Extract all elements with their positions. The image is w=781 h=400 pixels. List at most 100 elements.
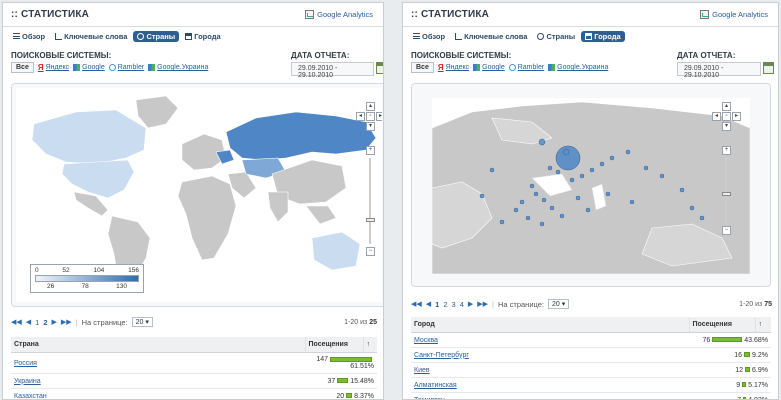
pan-up-button[interactable]: ▴ <box>722 102 731 111</box>
zoom-out-button[interactable]: − <box>366 247 375 256</box>
filter-google-ua[interactable]: Google.Украина <box>148 64 208 71</box>
per-page-select[interactable]: 20 ▾ <box>547 299 570 309</box>
tab-countries[interactable]: Страны <box>133 30 180 42</box>
google-analytics-link[interactable]: Google Analytics <box>305 10 373 19</box>
next-page-button[interactable]: ▶ <box>52 318 57 326</box>
city-marker[interactable] <box>559 213 565 219</box>
row-name-link[interactable]: Темиртау <box>411 392 689 399</box>
tab-cities[interactable]: Города <box>181 31 224 42</box>
city-marker[interactable] <box>599 161 605 167</box>
row-name-link[interactable]: Казахстан <box>11 388 305 399</box>
city-marker[interactable] <box>555 169 561 175</box>
city-marker[interactable] <box>549 205 555 211</box>
city-marker[interactable] <box>499 219 505 225</box>
filter-rambler[interactable]: Rambler <box>508 64 544 71</box>
page-link[interactable]: 4 <box>460 300 464 309</box>
pan-right-button[interactable]: ▸ <box>376 112 382 121</box>
city-marker[interactable] <box>589 167 595 173</box>
filter-yandex[interactable]: Я Яндекс <box>438 63 469 72</box>
last-page-button[interactable]: ▶▶ <box>61 318 72 326</box>
city-marker[interactable] <box>575 195 581 201</box>
date-range-input[interactable]: 29.09.2010 - 29.10.2010 <box>677 62 761 79</box>
city-marker[interactable] <box>513 207 519 213</box>
sort-icon[interactable]: ↑ <box>755 317 771 333</box>
city-marker[interactable] <box>569 177 575 183</box>
zoom-in-button[interactable]: + <box>722 146 731 155</box>
city-marker[interactable] <box>529 183 535 189</box>
row-name-link[interactable]: Алматинская <box>411 377 689 393</box>
pan-right-button[interactable]: ▸ <box>732 112 741 121</box>
column-header-city[interactable]: Город <box>411 317 690 333</box>
city-marker[interactable] <box>562 148 570 156</box>
zoom-slider-knob[interactable] <box>366 218 375 222</box>
city-marker[interactable] <box>479 193 485 199</box>
filter-rambler[interactable]: Rambler <box>108 64 144 71</box>
city-marker[interactable] <box>629 199 635 205</box>
city-marker[interactable] <box>689 205 695 211</box>
prev-page-button[interactable]: ◀ <box>26 318 31 326</box>
next-page-button[interactable]: ▶ <box>468 300 473 308</box>
tab-countries[interactable]: Страны <box>533 31 579 42</box>
zoom-slider-knob[interactable] <box>722 192 731 196</box>
column-header-country[interactable]: Страна <box>11 337 306 353</box>
world-map[interactable]: ▴ ◂ ▫ ▸ ▾ + − 0 52 104 156 26 78 130 <box>16 88 382 302</box>
first-page-button[interactable]: ◀◀ <box>411 300 422 308</box>
city-marker[interactable] <box>525 215 531 221</box>
date-range-input[interactable]: 29.09.2010 - 29.10.2010 <box>291 62 374 79</box>
city-marker[interactable] <box>643 165 649 171</box>
city-marker[interactable] <box>609 155 615 161</box>
city-marker[interactable] <box>699 215 705 221</box>
city-marker[interactable] <box>585 207 591 213</box>
filter-all-button[interactable]: Все <box>411 62 434 73</box>
calendar-icon[interactable] <box>376 62 383 74</box>
city-marker[interactable] <box>579 173 585 179</box>
row-name-link[interactable]: Киев <box>411 362 689 378</box>
pan-left-button[interactable]: ◂ <box>712 112 721 121</box>
tab-cities[interactable]: Города <box>581 30 625 42</box>
city-marker[interactable] <box>679 187 685 193</box>
row-name-link[interactable]: Украина <box>11 373 305 389</box>
prev-page-button[interactable]: ◀ <box>426 300 431 308</box>
page-link[interactable]: 3 <box>452 300 456 309</box>
zoom-in-button[interactable]: + <box>366 146 375 155</box>
city-marker[interactable] <box>533 191 539 197</box>
google-analytics-link[interactable]: Google Analytics <box>700 10 768 19</box>
city-marker[interactable] <box>605 191 611 197</box>
city-marker[interactable] <box>541 197 547 203</box>
calendar-icon[interactable] <box>763 62 774 74</box>
city-marker[interactable] <box>519 199 525 205</box>
row-name-link[interactable]: Санкт-Петербург <box>411 347 689 363</box>
page-link[interactable]: 2 <box>43 318 47 327</box>
pan-reset-button[interactable]: ▫ <box>722 112 731 121</box>
page-link[interactable]: 1 <box>35 318 39 327</box>
pan-reset-button[interactable]: ▫ <box>366 112 375 121</box>
column-header-visits[interactable]: Посещения <box>689 317 756 333</box>
zoom-out-button[interactable]: − <box>722 226 731 235</box>
tab-keywords[interactable]: Ключевые слова <box>51 31 131 42</box>
pan-down-button[interactable]: ▾ <box>722 122 731 131</box>
row-name-link[interactable]: Москва <box>411 332 689 348</box>
pan-up-button[interactable]: ▴ <box>366 102 375 111</box>
city-marker[interactable] <box>659 173 665 179</box>
per-page-select[interactable]: 20 ▾ <box>131 317 153 327</box>
filter-yandex[interactable]: Я Яндекс <box>38 63 69 72</box>
sort-icon[interactable]: ↑ <box>363 337 377 353</box>
city-marker[interactable] <box>538 138 546 146</box>
filter-google-ua[interactable]: Google.Украина <box>548 64 608 71</box>
tab-overview[interactable]: Обзор <box>9 31 49 42</box>
tab-overview[interactable]: Обзор <box>409 31 449 42</box>
page-link[interactable]: 2 <box>443 300 447 309</box>
page-link[interactable]: 1 <box>435 300 439 309</box>
filter-google[interactable]: Google <box>73 64 105 71</box>
filter-all-button[interactable]: Все <box>11 62 34 73</box>
pan-down-button[interactable]: ▾ <box>366 122 375 131</box>
row-name-link[interactable]: Россия <box>11 352 305 374</box>
column-header-visits[interactable]: Посещения <box>305 337 364 353</box>
cities-map[interactable]: ▴ ◂ ▫ ▸ ▾ + − <box>432 98 750 274</box>
city-marker[interactable] <box>539 221 545 227</box>
filter-google[interactable]: Google <box>473 64 505 71</box>
city-marker[interactable] <box>625 149 631 155</box>
last-page-button[interactable]: ▶▶ <box>477 300 488 308</box>
city-marker[interactable] <box>547 165 553 171</box>
tab-keywords[interactable]: Ключевые слова <box>451 31 531 42</box>
